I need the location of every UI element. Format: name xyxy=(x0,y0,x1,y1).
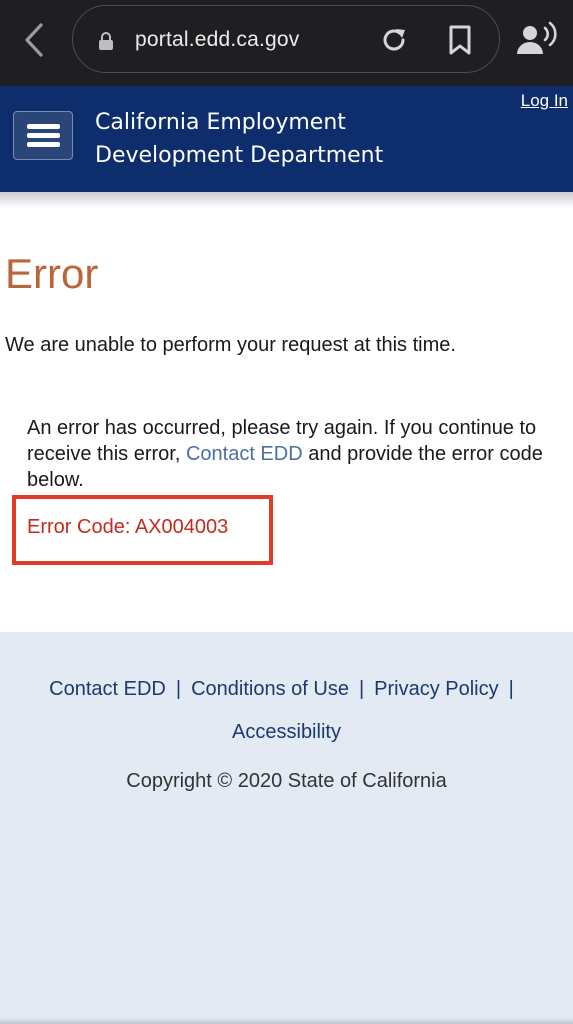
page-title: Error xyxy=(5,250,99,297)
site-header: California Employment Development Depart… xyxy=(0,86,573,192)
footer-link-accessibility[interactable]: Accessibility xyxy=(232,721,341,743)
footer-links: Contact EDD | Conditions of Use | Privacy Po… xyxy=(0,668,573,754)
url-text[interactable]: portal.edd.ca.gov xyxy=(135,28,300,52)
site-title-line1: California Employment xyxy=(95,110,346,135)
header-divider xyxy=(0,192,573,208)
footer-separator: | xyxy=(508,678,514,700)
login-link[interactable]: Log In xyxy=(521,91,568,111)
chevron-left-icon xyxy=(25,23,43,57)
footer-link-contact[interactable]: Contact EDD xyxy=(49,678,166,700)
hamburger-icon xyxy=(27,124,60,129)
footer-link-conditions[interactable]: Conditions of Use xyxy=(191,678,349,700)
footer-separator: | xyxy=(175,678,182,700)
copyright-text: Copyright © 2020 State of California xyxy=(126,770,447,792)
footer: Contact EDD | Conditions of Use | Privacy Po… xyxy=(0,632,573,1024)
contact-edd-link[interactable]: Contact EDD xyxy=(186,443,303,465)
voice-reader-icon[interactable] xyxy=(515,20,559,60)
main-content: Error We are unable to perform your requ… xyxy=(0,208,573,632)
footer-separator: | xyxy=(358,678,365,700)
bookmark-icon[interactable] xyxy=(446,24,474,56)
bottom-edge xyxy=(0,1018,573,1024)
site-title[interactable]: California Employment Development Depart… xyxy=(95,106,383,172)
error-code: Error Code: AX004003 xyxy=(27,516,229,538)
browser-toolbar: portal.edd.ca.gov xyxy=(0,0,573,86)
hamburger-icon-line xyxy=(27,142,60,147)
footer-link-privacy[interactable]: Privacy Policy xyxy=(374,678,498,700)
back-button[interactable] xyxy=(16,20,52,60)
error-detail-text: An error has occurred, please try again.… xyxy=(27,415,557,493)
reload-icon[interactable] xyxy=(378,24,410,56)
site-title-line2: Development Department xyxy=(95,143,384,168)
menu-button[interactable] xyxy=(13,111,73,160)
hamburger-icon-line xyxy=(27,133,60,138)
error-intro-text: We are unable to perform your request at… xyxy=(5,334,456,356)
lock-icon xyxy=(99,32,113,50)
address-bar[interactable]: portal.edd.ca.gov xyxy=(72,5,500,73)
